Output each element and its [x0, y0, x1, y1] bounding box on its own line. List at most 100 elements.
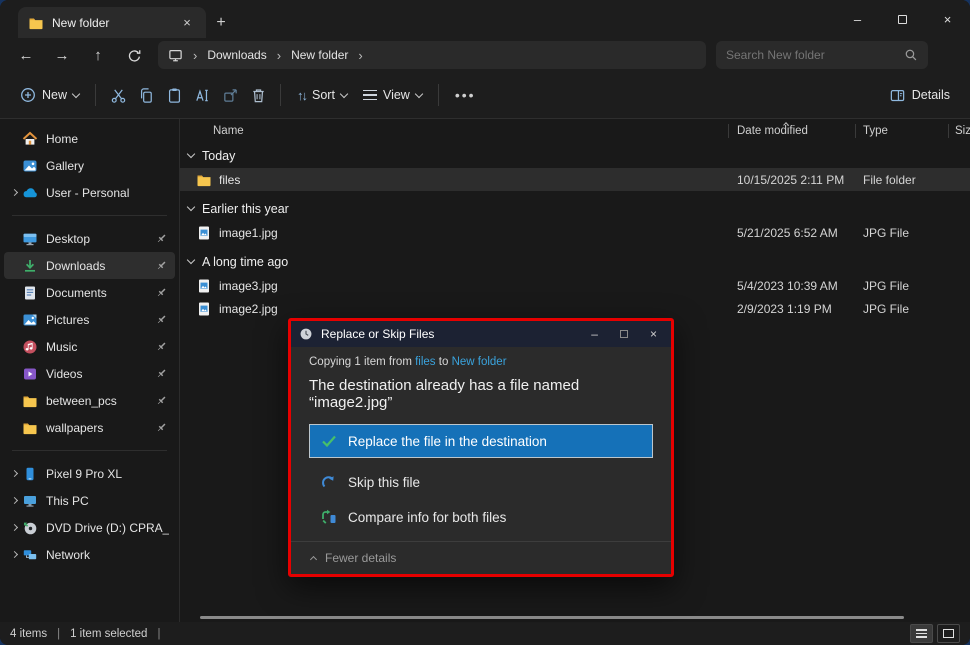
copy-source-link[interactable]: files [415, 356, 435, 368]
sort-button[interactable]: ↑↓ Sort [289, 82, 355, 109]
delete-button[interactable] [244, 81, 272, 109]
back-button[interactable]: ← [8, 41, 44, 69]
dialog-minimize-button[interactable]: – [591, 327, 598, 341]
file-row-image2[interactable]: image2.jpg 2/9/2023 1:19 PM JPG File [180, 297, 970, 320]
column-header-date-modified[interactable]: Date modified [737, 125, 863, 137]
dialog-close-button[interactable]: × [650, 327, 657, 341]
maximize-button[interactable] [880, 0, 925, 38]
chevron-up-icon [310, 556, 317, 563]
new-tab-button[interactable]: + [206, 7, 236, 38]
sidebar-item-gallery[interactable]: Gallery [4, 152, 175, 179]
minimize-button[interactable]: – [835, 0, 880, 38]
file-row-image3[interactable]: image3.jpg 5/4/2023 10:39 AM JPG File [180, 274, 970, 297]
sidebar-item-dvd-drive[interactable]: DVD Drive (D:) CPRA_X64FRE_ [4, 514, 175, 541]
sidebar-item-label: This PC [46, 494, 169, 508]
sidebar-item-documents[interactable]: Documents [4, 279, 175, 306]
group-label: A long time ago [202, 255, 288, 269]
chevron-right-icon[interactable] [10, 551, 17, 558]
compare-files-button[interactable]: Compare info for both files [309, 506, 653, 528]
group-header-a-long-time-ago[interactable]: A long time ago [180, 249, 970, 274]
column-header-size[interactable]: Size [955, 125, 970, 137]
tab-title: New folder [52, 16, 170, 30]
breadcrumb-item-downloads[interactable]: Downloads [207, 48, 266, 62]
maximize-icon [898, 15, 907, 24]
column-header-type[interactable]: Type [863, 125, 955, 137]
copy-icon [138, 87, 155, 104]
paste-button[interactable] [160, 81, 188, 109]
this-pc-icon [168, 48, 183, 63]
refresh-button[interactable] [116, 41, 152, 69]
replace-file-button[interactable]: Replace the file in the destination [309, 424, 653, 458]
column-divider[interactable] [855, 124, 856, 138]
rename-button[interactable] [188, 81, 216, 109]
share-icon [222, 87, 239, 104]
tab-close-icon[interactable]: × [178, 14, 196, 32]
skip-file-button[interactable]: Skip this file [309, 471, 653, 493]
copy-prefix: Copying 1 item from [309, 356, 412, 368]
search-icon [904, 48, 918, 62]
sidebar-item-downloads[interactable]: Downloads [4, 252, 175, 279]
details-pane-button[interactable]: Details [881, 81, 958, 110]
chevron-right-icon[interactable] [10, 470, 17, 477]
phone-icon [22, 466, 38, 482]
sidebar-item-label: Desktop [46, 232, 155, 246]
sidebar-item-music[interactable]: Music [4, 333, 175, 360]
compare-icon [320, 508, 338, 526]
skip-button-label: Skip this file [348, 475, 420, 490]
view-button[interactable]: View [355, 82, 430, 108]
explorer-tab[interactable]: New folder × [18, 7, 206, 38]
sidebar-item-between-pcs[interactable]: between_pcs [4, 387, 175, 414]
chevron-right-icon[interactable] [10, 524, 17, 531]
fewer-details-label: Fewer details [325, 551, 396, 565]
column-divider[interactable] [728, 124, 729, 138]
folder-icon [22, 393, 38, 409]
status-divider: | [57, 628, 60, 640]
replace-or-skip-dialog: Replace or Skip Files – × Copying 1 item… [291, 321, 671, 574]
details-pane-icon [889, 87, 906, 104]
sidebar-item-pixel-9-pro-xl[interactable]: Pixel 9 Pro XL [4, 460, 175, 487]
column-divider[interactable] [948, 124, 949, 138]
command-bar: New ↑↓ Sort View [0, 72, 970, 119]
copy-destination-link[interactable]: New folder [452, 356, 507, 368]
close-button[interactable]: × [925, 0, 970, 38]
image-file-icon [196, 278, 212, 294]
search-box[interactable] [716, 41, 928, 69]
sidebar-item-home[interactable]: Home [4, 125, 175, 152]
up-button[interactable]: ↑ [80, 41, 116, 69]
sidebar-item-desktop[interactable]: Desktop [4, 225, 175, 252]
file-type: JPG File [863, 279, 955, 293]
file-row-files[interactable]: files 10/15/2025 2:11 PM File folder [180, 168, 970, 191]
sidebar-item-label: Network [46, 548, 169, 562]
dialog-maximize-button[interactable] [620, 330, 628, 338]
annotation-highlight-box: Replace or Skip Files – × Copying 1 item… [288, 318, 674, 577]
group-header-today[interactable]: Today [180, 143, 970, 168]
breadcrumb-item-new-folder[interactable]: New folder [291, 48, 348, 62]
group-header-earlier-this-year[interactable]: Earlier this year [180, 196, 970, 221]
search-input[interactable] [726, 48, 904, 62]
details-view-button[interactable] [910, 624, 933, 643]
copy-button[interactable] [132, 81, 160, 109]
sidebar-item-pictures[interactable]: Pictures [4, 306, 175, 333]
share-button[interactable] [216, 81, 244, 109]
file-explorer-window: New folder × + – × ← → ↑ › Downloads › N… [0, 0, 970, 645]
sidebar-item-onedrive-personal[interactable]: User - Personal [4, 179, 175, 206]
sidebar-item-videos[interactable]: Videos [4, 360, 175, 387]
column-header-name[interactable]: Name [180, 125, 737, 137]
sidebar-item-this-pc[interactable]: This PC [4, 487, 175, 514]
chevron-right-icon[interactable] [10, 189, 17, 196]
cut-button[interactable] [104, 81, 132, 109]
more-icon: ••• [455, 87, 476, 103]
sidebar-item-network[interactable]: Network [4, 541, 175, 568]
fewer-details-button[interactable]: Fewer details [291, 541, 671, 574]
sidebar-item-wallpapers[interactable]: wallpapers [4, 414, 175, 441]
new-button[interactable]: New [12, 81, 87, 109]
sidebar-item-label: between_pcs [46, 394, 155, 408]
documents-icon [22, 285, 38, 301]
file-row-image1[interactable]: image1.jpg 5/21/2025 6:52 AM JPG File [180, 221, 970, 244]
forward-button[interactable]: → [44, 41, 80, 69]
large-icons-view-button[interactable] [937, 624, 960, 643]
horizontal-scrollbar[interactable] [200, 616, 904, 619]
more-options-button[interactable]: ••• [447, 81, 484, 109]
group-label: Today [202, 149, 235, 163]
chevron-right-icon[interactable] [10, 497, 17, 504]
